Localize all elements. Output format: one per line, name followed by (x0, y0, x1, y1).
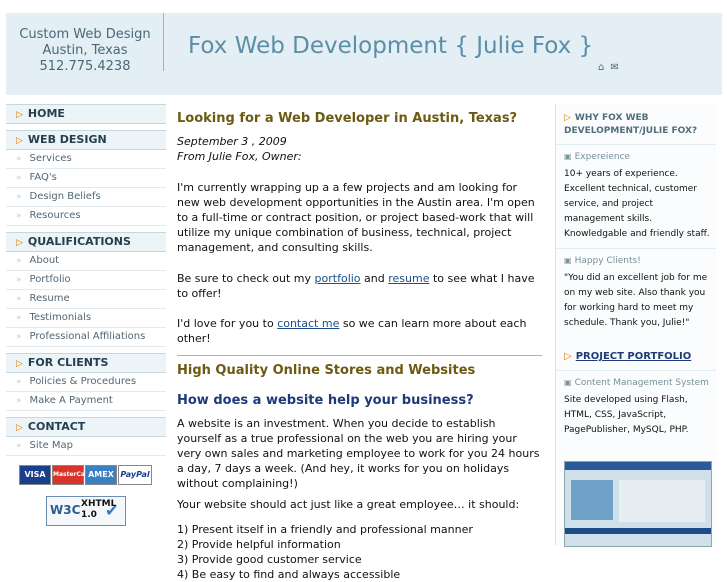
nav-item-faqs[interactable]: » FAQ's (6, 169, 166, 188)
square-bullet-icon: ▣ (564, 256, 572, 265)
contact-block: Custom Web Design Austin, Texas 512.775.… (6, 13, 164, 75)
nav-section-web-design[interactable]: ▷ WEB DESIGN (6, 130, 166, 150)
project-portfolio-link[interactable]: ▷ PROJECT PORTFOLIO (556, 337, 716, 370)
triangle-icon: ▷ (564, 351, 572, 362)
nav-item-site-map[interactable]: » Site Map (6, 437, 166, 456)
square-bullet-icon: ▣ (564, 378, 572, 387)
amex-badge: AMEX (85, 465, 117, 485)
nav-item-professional-affiliations[interactable]: » Professional Affiliations (6, 328, 166, 347)
employee-paragraph: Your website should act just like a grea… (177, 498, 520, 511)
triangle-icon: ▷ (16, 359, 23, 369)
triangle-icon: ▷ (16, 110, 23, 120)
why-heading: ▷ WHY FOX WEB DEVELOPMENT/JULIE FOX? (564, 113, 698, 136)
section-heading-website-help: How does a website help your business? (177, 393, 474, 408)
portfolio-link[interactable]: portfolio (315, 272, 361, 285)
nav-item-services[interactable]: » Services (6, 150, 166, 169)
list-item: 1) Present itself in a friendly and prof… (177, 523, 473, 536)
triangle-icon: ▷ (16, 238, 23, 248)
nav-section-contact[interactable]: ▷ CONTACT (6, 417, 166, 437)
contact-phone: 512.775.4238 (39, 59, 131, 74)
main-content: Looking for a Web Developer in Austin, T… (177, 110, 542, 582)
page-title: Looking for a Web Developer in Austin, T… (177, 111, 518, 126)
double-chevron-icon: » (16, 396, 22, 406)
experience-text: 10+ years of experience. Excellent techn… (564, 169, 710, 239)
nav-item-portfolio[interactable]: » Portfolio (6, 271, 166, 290)
nav-section-home[interactable]: ▷ HOME (6, 104, 166, 124)
double-chevron-icon: » (16, 313, 22, 323)
nav-section-label: FOR CLIENTS (27, 356, 109, 369)
happy-clients-title: ▣ Happy Clients! (556, 248, 716, 271)
section-divider (177, 355, 542, 356)
header-icons: ⌂ ✉ (598, 62, 625, 73)
double-chevron-icon: » (16, 211, 22, 221)
cms-text: Site developed using Flash, HTML, CSS, J… (564, 395, 689, 435)
list-item: 3) Provide good customer service (177, 553, 362, 566)
w3c-xhtml-badge[interactable]: W3C XHTML 1.0 ✔ (46, 496, 126, 526)
testimonial-text: "You did an excellent job for me on my w… (564, 273, 708, 328)
w3c-logo: W3C (50, 503, 81, 517)
header-divider (163, 13, 164, 71)
visa-badge: VISA (19, 465, 51, 485)
home-icon[interactable]: ⌂ (598, 62, 604, 73)
resume-link[interactable]: resume (388, 272, 429, 285)
investment-paragraph: A website is an investment. When you dec… (177, 417, 540, 490)
nav-section-qualifications[interactable]: ▷ QUALIFICATIONS (6, 232, 166, 252)
portfolio-paragraph: Be sure to check out my portfolio and re… (177, 272, 535, 300)
project-thumbnail[interactable] (564, 461, 712, 547)
right-sidebar: ▷ WHY FOX WEB DEVELOPMENT/JULIE FOX? ▣ Exp… (555, 104, 716, 547)
nav-section-label: WEB DESIGN (27, 133, 107, 146)
nav-item-about[interactable]: » About (6, 252, 166, 271)
double-chevron-icon: » (16, 192, 22, 202)
double-chevron-icon: » (16, 256, 22, 266)
nav-item-design-beliefs[interactable]: » Design Beliefs (6, 188, 166, 207)
double-chevron-icon: » (16, 377, 22, 387)
nav-item-resources[interactable]: » Resources (6, 207, 166, 226)
square-bullet-icon: ▣ (564, 152, 572, 161)
nav-item-resume[interactable]: » Resume (6, 290, 166, 309)
post-author: From Julie Fox, Owner: (177, 150, 302, 163)
contact-city: Austin, Texas (42, 43, 128, 58)
double-chevron-icon: » (16, 332, 22, 342)
triangle-icon: ▷ (564, 113, 571, 123)
site-title[interactable]: Fox Web Development { Julie Fox } (188, 33, 593, 59)
intro-paragraph: I'm currently wrapping up a a few projec… (177, 181, 535, 254)
nav-item-make-payment[interactable]: » Make A Payment (6, 392, 166, 411)
paypal-badge: PayPal (118, 465, 152, 485)
payment-badges: VISA MasterCardAMEX PayPal (19, 465, 153, 485)
double-chevron-icon: » (16, 154, 22, 164)
site-header: Custom Web Design Austin, Texas 512.775.… (6, 13, 722, 95)
nav-section-label: QUALIFICATIONS (27, 235, 131, 248)
mail-icon[interactable]: ✉ (610, 62, 618, 73)
nav-item-testimonials[interactable]: » Testimonials (6, 309, 166, 328)
post-date: September 3 , 2009 (177, 135, 287, 148)
left-nav: ▷ HOME ▷ WEB DESIGN » Services » FAQ's » Desi… (6, 104, 166, 456)
nav-section-label: CONTACT (27, 420, 86, 433)
cms-title: ▣ Content Management System (556, 370, 716, 393)
double-chevron-icon: » (16, 173, 22, 183)
triangle-icon: ▷ (16, 423, 23, 433)
list-item: 4) Be easy to find and always accessible (177, 568, 401, 581)
double-chevron-icon: » (16, 294, 22, 304)
triangle-icon: ▷ (16, 136, 23, 146)
section-heading-online-stores: High Quality Online Stores and Websites (177, 363, 476, 378)
contact-me-link[interactable]: contact me (277, 317, 339, 330)
nav-item-policies[interactable]: » Policies & Procedures (6, 373, 166, 392)
checkmark-icon: ✔ (105, 501, 119, 520)
double-chevron-icon: » (16, 275, 22, 285)
double-chevron-icon: » (16, 441, 22, 451)
mastercard-badge: MasterCard (52, 465, 92, 485)
nav-section-for-clients[interactable]: ▷ FOR CLIENTS (6, 353, 166, 373)
nav-section-label: HOME (27, 107, 65, 120)
benefits-list: 1) Present itself in a friendly and prof… (177, 522, 542, 582)
contact-tagline: Custom Web Design (19, 27, 151, 42)
experience-title: ▣ Expereience (556, 144, 716, 167)
contact-paragraph: I'd love for you to contact me so we can… (177, 317, 527, 345)
